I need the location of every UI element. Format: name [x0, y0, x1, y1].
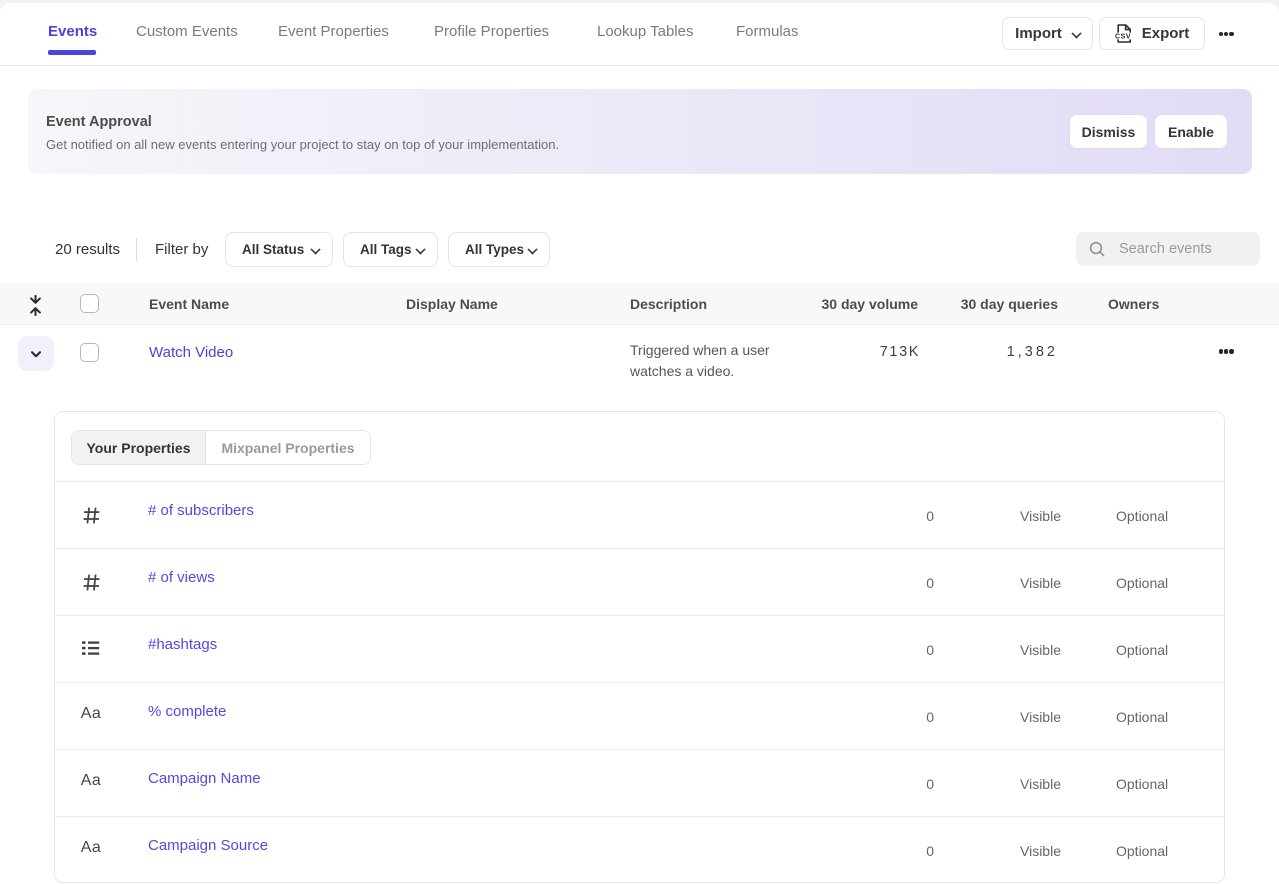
svg-text:CSV: CSV	[1115, 34, 1131, 41]
